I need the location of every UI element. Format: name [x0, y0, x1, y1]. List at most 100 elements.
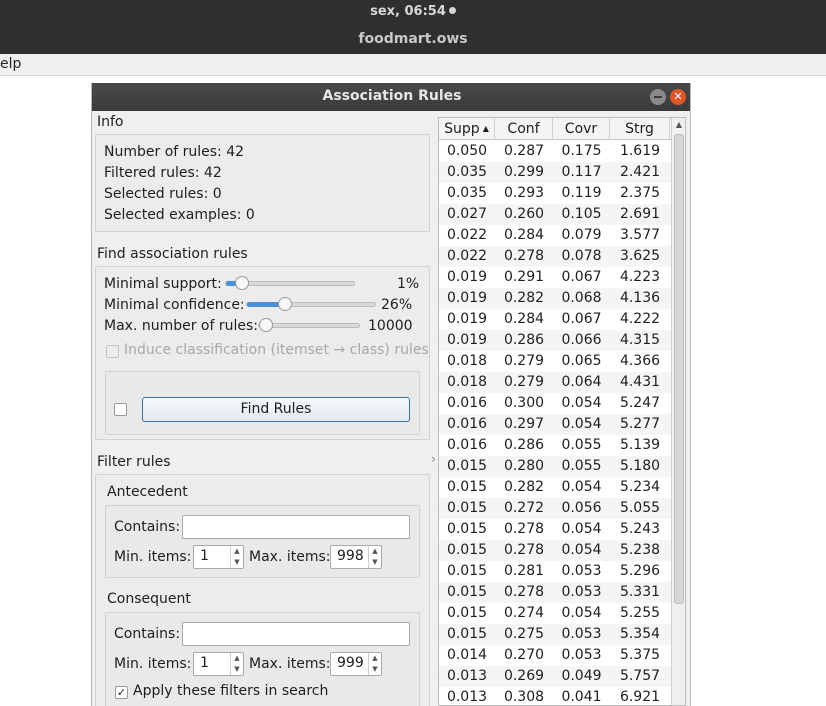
spin-arrows-icon[interactable]: ▲ ▼ — [230, 546, 243, 568]
cell-conf: 0.260 — [503, 206, 545, 222]
cell-conf: 0.280 — [503, 458, 545, 474]
cell-covr: 0.054 — [561, 521, 602, 537]
column-header-strg[interactable]: Strg — [610, 118, 670, 140]
table-row[interactable]: 0.015 0.281 0.053 5.296 — [439, 561, 671, 582]
table-row[interactable]: 0.022 0.284 0.079 3.577 — [439, 225, 671, 246]
antecedent-max-items-label: Max. items: — [249, 549, 331, 565]
table-row[interactable]: 0.015 0.274 0.054 5.255 — [439, 603, 671, 624]
scroll-up-icon[interactable]: ▲ — [672, 118, 685, 132]
cell-strg: 5.757 — [619, 668, 661, 684]
table-row[interactable]: 0.016 0.286 0.055 5.139 — [439, 435, 671, 456]
max-rules-slider[interactable] — [258, 318, 360, 332]
menu-help[interactable]: elp — [0, 56, 21, 72]
consequent-min-items-label: Min. items: — [114, 656, 192, 672]
consequent-contains-input[interactable] — [182, 622, 410, 646]
column-header-label: Supp — [444, 121, 480, 137]
find-rules-button[interactable]: Find Rules — [142, 397, 410, 422]
table-row[interactable]: 0.015 0.280 0.055 5.180 — [439, 456, 671, 477]
antecedent-min-items-spinbox[interactable]: 1 ▲ ▼ — [193, 545, 244, 569]
induce-classification-label: Induce classification (itemset → class) … — [124, 342, 429, 358]
cell-covr: 0.055 — [561, 437, 602, 453]
cell-supp: 0.013 — [446, 668, 488, 684]
min-support-slider[interactable] — [225, 276, 355, 290]
antecedent-max-items-value: 998 — [337, 548, 364, 564]
table-scrollbar[interactable]: ▲ — [671, 118, 685, 705]
antecedent-contains-input[interactable] — [182, 515, 410, 539]
collapse-chevron-icon[interactable]: › — [431, 452, 436, 466]
table-row[interactable]: 0.027 0.260 0.105 2.691 — [439, 204, 671, 225]
cell-conf: 0.275 — [503, 626, 545, 642]
table-row[interactable]: 0.013 0.269 0.049 5.757 — [439, 666, 671, 687]
table-row[interactable]: 0.022 0.278 0.078 3.625 — [439, 246, 671, 267]
scrollbar-thumb[interactable] — [674, 134, 684, 604]
table-row[interactable]: 0.018 0.279 0.065 4.366 — [439, 351, 671, 372]
cell-strg: 5.375 — [619, 647, 661, 663]
table-row[interactable]: 0.019 0.284 0.067 4.222 — [439, 309, 671, 330]
consequent-min-items-value: 1 — [200, 655, 209, 671]
consequent-max-items-spinbox[interactable]: 999 ▲ ▼ — [330, 652, 382, 676]
filtered-rules: Filtered rules: 42 — [104, 165, 222, 181]
close-icon[interactable]: ✕ — [670, 89, 686, 105]
table-row[interactable]: 0.013 0.308 0.041 6.921 — [439, 687, 671, 705]
min-confidence-label: Minimal confidence: — [104, 297, 245, 313]
table-row[interactable]: 0.015 0.272 0.056 5.055 — [439, 498, 671, 519]
cell-covr: 0.055 — [561, 458, 602, 474]
cell-strg: 5.354 — [619, 626, 661, 642]
induce-classification-checkbox[interactable] — [106, 345, 119, 358]
min-confidence-slider[interactable] — [246, 297, 376, 311]
info-section-title: Info — [97, 114, 124, 130]
cell-covr: 0.054 — [561, 416, 602, 432]
minimize-icon[interactable] — [650, 89, 666, 105]
table-row[interactable]: 0.015 0.278 0.054 5.243 — [439, 519, 671, 540]
number-of-rules: Number of rules: 42 — [104, 144, 245, 160]
table-row[interactable]: 0.019 0.286 0.066 4.315 — [439, 330, 671, 351]
consequent-min-items-spinbox[interactable]: 1 ▲ ▼ — [193, 652, 244, 676]
cell-covr: 0.053 — [561, 563, 602, 579]
cell-strg: 3.577 — [619, 227, 661, 243]
min-support-handle[interactable] — [235, 276, 249, 290]
cell-supp: 0.015 — [446, 500, 488, 516]
table-row[interactable]: 0.035 0.299 0.117 2.421 — [439, 162, 671, 183]
table-row[interactable]: 0.035 0.293 0.119 2.375 — [439, 183, 671, 204]
column-header-conf[interactable]: Conf — [495, 118, 553, 140]
apply-filters-checkbox[interactable]: ✓ — [115, 686, 128, 699]
cell-strg: 5.247 — [619, 395, 661, 411]
window-titlebar[interactable]: Association Rules ✕ — [92, 83, 690, 111]
cell-conf: 0.293 — [503, 185, 545, 201]
table-row[interactable]: 0.015 0.278 0.054 5.238 — [439, 540, 671, 561]
spin-arrows-icon[interactable]: ▲ ▼ — [368, 653, 381, 675]
table-row[interactable]: 0.019 0.291 0.067 4.223 — [439, 267, 671, 288]
cell-covr: 0.067 — [561, 311, 602, 327]
table-row[interactable]: 0.014 0.270 0.053 5.375 — [439, 645, 671, 666]
antecedent-max-items-spinbox[interactable]: 998 ▲ ▼ — [330, 545, 382, 569]
cell-strg: 4.223 — [619, 269, 661, 285]
cell-supp: 0.022 — [446, 227, 488, 243]
cell-conf: 0.278 — [503, 542, 545, 558]
max-rules-handle[interactable] — [259, 318, 273, 332]
table-row[interactable]: 0.016 0.297 0.054 5.277 — [439, 414, 671, 435]
min-confidence-value: 26% — [381, 297, 413, 313]
table-row[interactable]: 0.018 0.279 0.064 4.431 — [439, 372, 671, 393]
column-header-covr[interactable]: Covr — [553, 118, 610, 140]
table-row[interactable]: 0.015 0.275 0.053 5.354 — [439, 624, 671, 645]
cell-conf: 0.274 — [503, 605, 545, 621]
table-row[interactable]: 0.019 0.282 0.068 4.136 — [439, 288, 671, 309]
cell-conf: 0.287 — [503, 143, 545, 159]
cell-strg: 1.619 — [619, 143, 661, 159]
column-header-supp[interactable]: Supp ▲ — [439, 118, 495, 140]
min-confidence-handle[interactable] — [278, 297, 292, 311]
spin-arrows-icon[interactable]: ▲ ▼ — [230, 653, 243, 675]
spin-arrows-icon[interactable]: ▲ ▼ — [368, 546, 381, 568]
table-row[interactable]: 0.015 0.278 0.053 5.331 — [439, 582, 671, 603]
table-row[interactable]: 0.015 0.282 0.054 5.234 — [439, 477, 671, 498]
table-row[interactable]: 0.016 0.300 0.054 5.247 — [439, 393, 671, 414]
cell-covr: 0.068 — [561, 290, 602, 306]
antecedent-contains-label: Contains: — [114, 519, 181, 535]
clock[interactable]: sex, 06:54 — [0, 4, 826, 19]
cell-supp: 0.015 — [446, 626, 488, 642]
cell-supp: 0.015 — [446, 458, 488, 474]
cell-conf: 0.281 — [503, 563, 545, 579]
auto-find-checkbox[interactable] — [114, 403, 127, 416]
cell-conf: 0.270 — [503, 647, 545, 663]
table-row[interactable]: 0.050 0.287 0.175 1.619 — [439, 141, 671, 162]
